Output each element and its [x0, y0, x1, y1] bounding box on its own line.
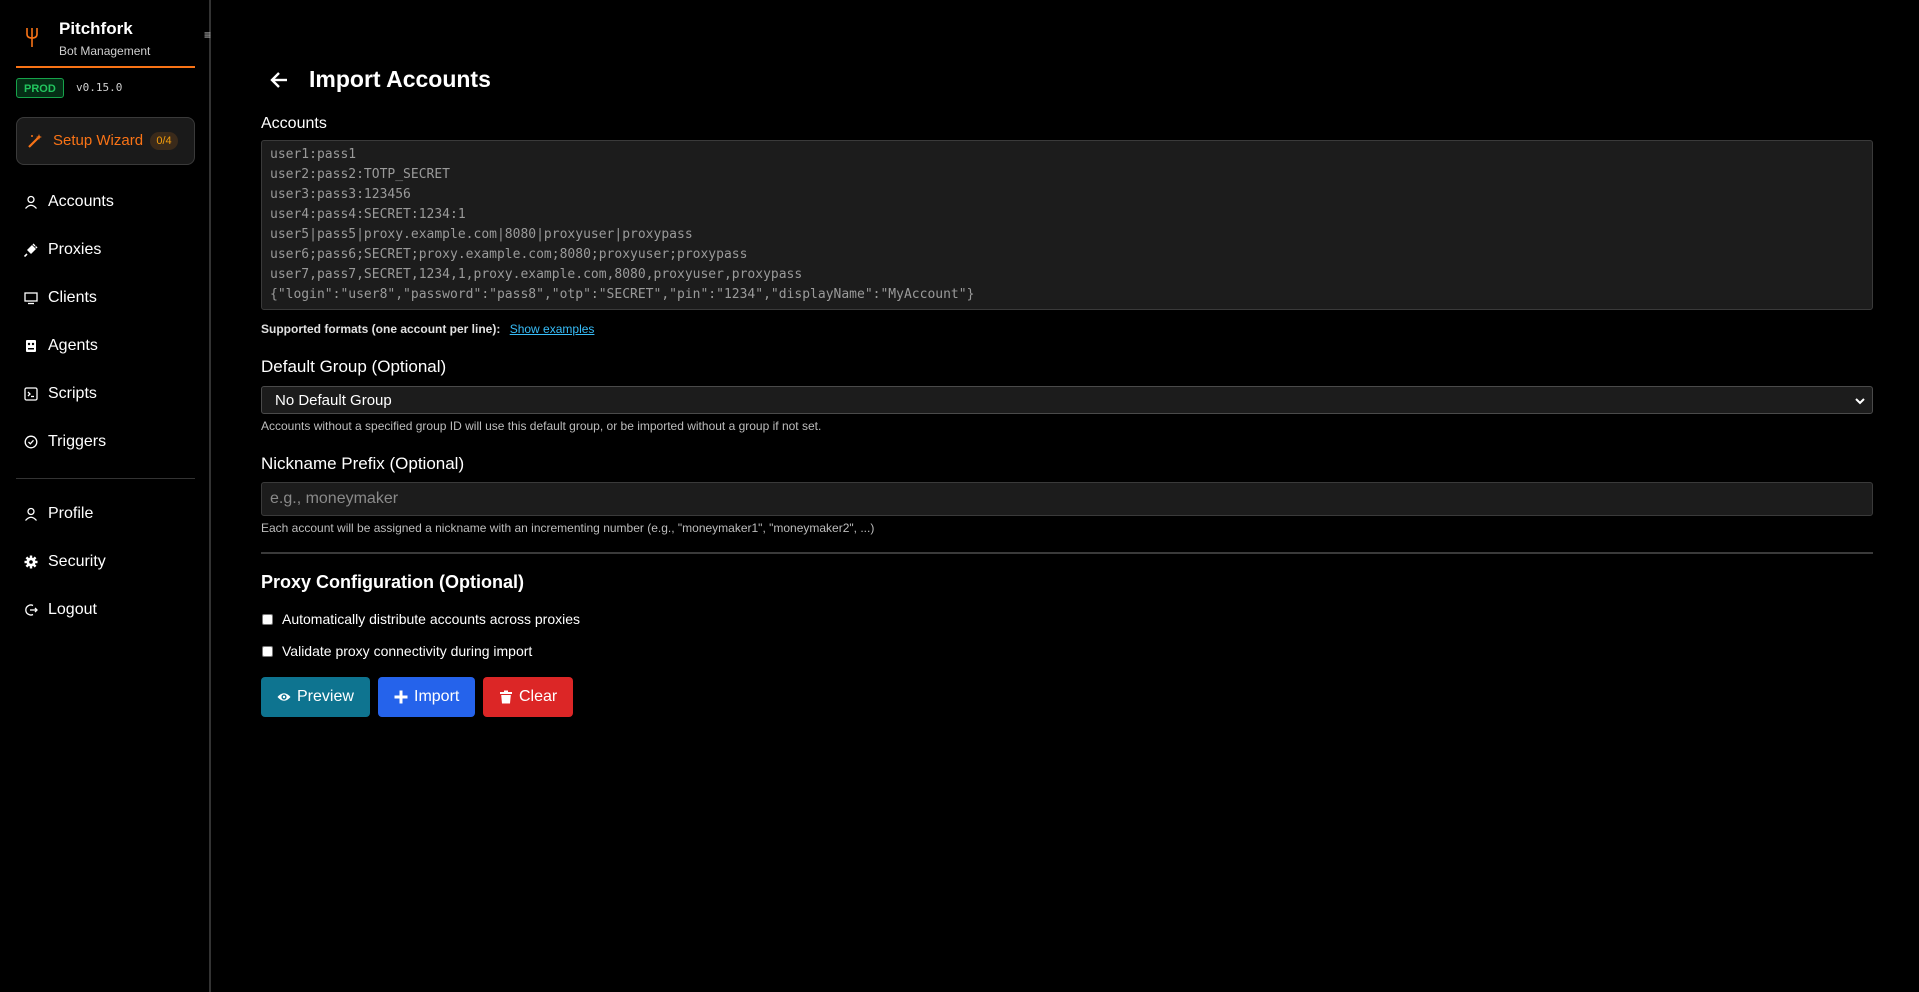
sidebar-item-scripts[interactable]: Scripts	[16, 376, 195, 412]
sidebar-item-label: Accounts	[48, 193, 114, 210]
sidebar-item-label: Profile	[48, 505, 94, 522]
sidebar-item-label: Scripts	[48, 385, 97, 402]
import-label: Import	[414, 688, 460, 705]
sidebar-divider	[16, 478, 195, 479]
logout-icon	[25, 604, 38, 616]
sidebar-item-logout[interactable]: Logout	[16, 592, 195, 628]
plus-icon	[394, 690, 408, 704]
sidebar-item-accounts[interactable]: Accounts	[16, 184, 195, 220]
clear-button[interactable]: Clear	[483, 677, 573, 717]
nickname-prefix-label: Nickname Prefix (Optional)	[261, 454, 465, 473]
preview-button[interactable]: Preview	[261, 677, 370, 717]
setup-wizard-button[interactable]: Setup Wizard 0/4	[16, 117, 195, 165]
default-group-select[interactable]: No Default Group	[261, 386, 1873, 414]
check-circle-icon	[24, 435, 38, 449]
accounts-textarea[interactable]	[261, 140, 1873, 310]
version-label: v0.15.0	[76, 81, 123, 94]
import-button[interactable]: Import	[378, 677, 475, 717]
sidebar-item-agents[interactable]: Agents	[16, 328, 195, 364]
terminal-icon	[24, 387, 38, 401]
sidebar-item-label: Agents	[48, 337, 98, 354]
app-title: Pitchfork	[59, 19, 133, 38]
clear-label: Clear	[519, 688, 558, 705]
sidebar-item-label: Security	[48, 553, 106, 570]
sidebar: Pitchfork Bot Management ≡ PROD v0.15.0 …	[0, 0, 211, 992]
default-group-label: Default Group (Optional)	[261, 357, 447, 376]
default-group-help: Accounts without a specified group ID wi…	[261, 419, 822, 433]
supported-formats: Supported formats (one account per line)…	[261, 322, 594, 336]
gear-icon	[24, 555, 38, 569]
env-badge: PROD	[16, 78, 64, 98]
preview-label: Preview	[297, 688, 354, 705]
user-icon	[25, 195, 37, 209]
sidebar-item-label: Triggers	[48, 433, 107, 450]
setup-wizard-label: Setup Wizard	[53, 132, 144, 149]
collapse-sidebar-icon[interactable]: ≡	[204, 29, 211, 41]
plug-icon	[24, 243, 38, 257]
sidebar-item-label: Logout	[48, 601, 97, 618]
default-group-value: No Default Group	[275, 392, 392, 409]
magic-wand-icon	[28, 134, 42, 148]
sidebar-item-security[interactable]: Security	[16, 544, 195, 580]
sidebar-item-label: Proxies	[48, 241, 102, 258]
validate-proxies-checkbox[interactable]	[262, 646, 273, 657]
nickname-prefix-help: Each account will be assigned a nickname…	[261, 521, 875, 535]
sidebar-item-proxies[interactable]: Proxies	[16, 232, 195, 268]
accounts-label: Accounts	[261, 115, 327, 132]
distribute-proxies-label[interactable]: Automatically distribute accounts across…	[282, 611, 580, 627]
section-divider	[261, 552, 1873, 554]
monitor-icon	[24, 292, 38, 305]
distribute-proxies-checkbox[interactable]	[262, 614, 273, 625]
nickname-prefix-input[interactable]	[261, 482, 1873, 516]
setup-wizard-progress-badge: 0/4	[150, 132, 178, 150]
app-subtitle: Bot Management	[59, 44, 151, 58]
sidebar-item-label: Clients	[48, 289, 97, 306]
eye-icon	[277, 693, 291, 701]
chevron-down-icon	[1855, 398, 1865, 405]
sidebar-item-profile[interactable]: Profile	[16, 496, 195, 532]
page-title: Import Accounts	[309, 66, 491, 92]
proxy-config-title: Proxy Configuration (Optional)	[261, 572, 524, 592]
robot-icon	[26, 340, 36, 352]
supported-formats-text: Supported formats (one account per line)…	[261, 322, 501, 336]
brand: Pitchfork Bot Management	[16, 18, 195, 68]
user-icon	[25, 507, 37, 521]
trash-icon	[500, 690, 512, 704]
sidebar-item-triggers[interactable]: Triggers	[16, 424, 195, 460]
back-arrow-icon[interactable]	[267, 70, 291, 90]
sidebar-item-clients[interactable]: Clients	[16, 280, 195, 316]
pitchfork-logo-icon	[26, 28, 38, 47]
show-examples-link[interactable]: Show examples	[510, 322, 595, 336]
validate-proxies-label[interactable]: Validate proxy connectivity during impor…	[282, 643, 532, 659]
